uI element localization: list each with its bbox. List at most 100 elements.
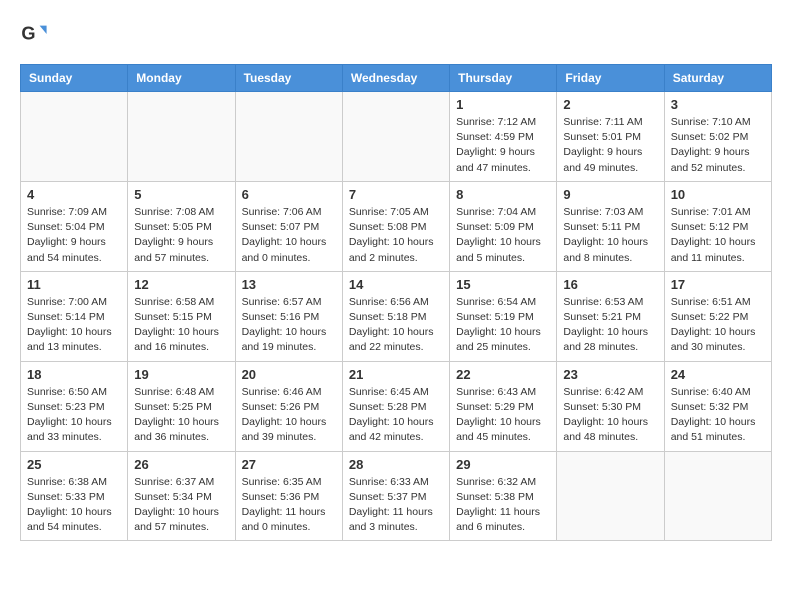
calendar-header-monday: Monday xyxy=(128,65,235,92)
calendar-cell: 10 Sunrise: 7:01 AMSunset: 5:12 PMDayligh… xyxy=(664,181,771,271)
day-number: 29 xyxy=(456,457,550,472)
day-number: 21 xyxy=(349,367,443,382)
calendar-cell: 15 Sunrise: 6:54 AMSunset: 5:19 PMDayligh… xyxy=(450,271,557,361)
day-info: Sunrise: 7:01 AMSunset: 5:12 PMDaylight:… xyxy=(671,205,765,266)
calendar-cell: 12 Sunrise: 6:58 AMSunset: 5:15 PMDayligh… xyxy=(128,271,235,361)
day-info: Sunrise: 6:57 AMSunset: 5:16 PMDaylight:… xyxy=(242,295,336,356)
calendar-cell xyxy=(21,92,128,182)
day-number: 9 xyxy=(563,187,657,202)
day-number: 5 xyxy=(134,187,228,202)
calendar-cell: 14 Sunrise: 6:56 AMSunset: 5:18 PMDayligh… xyxy=(342,271,449,361)
calendar-cell: 4Sunrise: 7:09 AMSunset: 5:04 PMDaylight… xyxy=(21,181,128,271)
calendar-cell xyxy=(557,451,664,541)
day-info: Sunrise: 6:42 AMSunset: 5:30 PMDaylight:… xyxy=(563,385,657,446)
day-info: Sunrise: 6:54 AMSunset: 5:19 PMDaylight:… xyxy=(456,295,550,356)
calendar-week-2: 4Sunrise: 7:09 AMSunset: 5:04 PMDaylight… xyxy=(21,181,772,271)
day-info: Sunrise: 6:50 AMSunset: 5:23 PMDaylight:… xyxy=(27,385,121,446)
day-info: Sunrise: 6:32 AMSunset: 5:38 PMDaylight:… xyxy=(456,475,550,536)
calendar-cell: 2 Sunrise: 7:11 AMSunset: 5:01 PMDaylight… xyxy=(557,92,664,182)
day-number: 25 xyxy=(27,457,121,472)
day-info: Sunrise: 6:38 AMSunset: 5:33 PMDaylight:… xyxy=(27,475,121,536)
calendar-week-3: 11 Sunrise: 7:00 AMSunset: 5:14 PMDayligh… xyxy=(21,271,772,361)
calendar-cell: 3 Sunrise: 7:10 AMSunset: 5:02 PMDaylight… xyxy=(664,92,771,182)
day-number: 28 xyxy=(349,457,443,472)
calendar-header-thursday: Thursday xyxy=(450,65,557,92)
day-info: Sunrise: 6:56 AMSunset: 5:18 PMDaylight:… xyxy=(349,295,443,356)
day-number: 26 xyxy=(134,457,228,472)
day-info: Sunrise: 6:53 AMSunset: 5:21 PMDaylight:… xyxy=(563,295,657,356)
day-info: Sunrise: 6:58 AMSunset: 5:15 PMDaylight:… xyxy=(134,295,228,356)
day-info: Sunrise: 7:10 AMSunset: 5:02 PMDaylight:… xyxy=(671,115,765,176)
calendar-cell: 29 Sunrise: 6:32 AMSunset: 5:38 PMDayligh… xyxy=(450,451,557,541)
day-number: 2 xyxy=(563,97,657,112)
day-info: Sunrise: 7:05 AMSunset: 5:08 PMDaylight:… xyxy=(349,205,443,266)
day-info: Sunrise: 6:51 AMSunset: 5:22 PMDaylight:… xyxy=(671,295,765,356)
calendar-week-5: 25 Sunrise: 6:38 AMSunset: 5:33 PMDayligh… xyxy=(21,451,772,541)
calendar-cell: 22 Sunrise: 6:43 AMSunset: 5:29 PMDayligh… xyxy=(450,361,557,451)
calendar-week-1: 1 Sunrise: 7:12 AMSunset: 4:59 PMDaylight… xyxy=(21,92,772,182)
calendar-cell xyxy=(664,451,771,541)
day-info: Sunrise: 6:40 AMSunset: 5:32 PMDaylight:… xyxy=(671,385,765,446)
day-info: Sunrise: 7:11 AMSunset: 5:01 PMDaylight:… xyxy=(563,115,657,176)
day-number: 24 xyxy=(671,367,765,382)
day-info: Sunrise: 6:35 AMSunset: 5:36 PMDaylight:… xyxy=(242,475,336,536)
day-info: Sunrise: 6:48 AMSunset: 5:25 PMDaylight:… xyxy=(134,385,228,446)
day-number: 1 xyxy=(456,97,550,112)
day-number: 20 xyxy=(242,367,336,382)
day-info: Sunrise: 6:43 AMSunset: 5:29 PMDaylight:… xyxy=(456,385,550,446)
calendar-cell: 24 Sunrise: 6:40 AMSunset: 5:32 PMDayligh… xyxy=(664,361,771,451)
calendar-cell: 7 Sunrise: 7:05 AMSunset: 5:08 PMDaylight… xyxy=(342,181,449,271)
calendar-cell xyxy=(128,92,235,182)
calendar-cell: 20Sunrise: 6:46 AMSunset: 5:26 PMDayligh… xyxy=(235,361,342,451)
calendar-header-saturday: Saturday xyxy=(664,65,771,92)
day-number: 22 xyxy=(456,367,550,382)
day-number: 11 xyxy=(27,277,121,292)
day-number: 17 xyxy=(671,277,765,292)
day-info: Sunrise: 7:12 AMSunset: 4:59 PMDaylight:… xyxy=(456,115,550,176)
day-number: 27 xyxy=(242,457,336,472)
calendar-cell: 16 Sunrise: 6:53 AMSunset: 5:21 PMDayligh… xyxy=(557,271,664,361)
day-number: 23 xyxy=(563,367,657,382)
day-number: 8 xyxy=(456,187,550,202)
calendar-cell: 23 Sunrise: 6:42 AMSunset: 5:30 PMDayligh… xyxy=(557,361,664,451)
day-number: 12 xyxy=(134,277,228,292)
calendar-cell xyxy=(342,92,449,182)
day-info: Sunrise: 7:06 AMSunset: 5:07 PMDaylight:… xyxy=(242,205,336,266)
day-number: 14 xyxy=(349,277,443,292)
day-info: Sunrise: 7:04 AMSunset: 5:09 PMDaylight:… xyxy=(456,205,550,266)
day-number: 4 xyxy=(27,187,121,202)
calendar-cell: 17 Sunrise: 6:51 AMSunset: 5:22 PMDayligh… xyxy=(664,271,771,361)
day-number: 13 xyxy=(242,277,336,292)
day-number: 10 xyxy=(671,187,765,202)
day-number: 19 xyxy=(134,367,228,382)
day-info: Sunrise: 6:37 AMSunset: 5:34 PMDaylight:… xyxy=(134,475,228,536)
calendar-header-friday: Friday xyxy=(557,65,664,92)
header: G xyxy=(20,20,772,48)
calendar-header-wednesday: Wednesday xyxy=(342,65,449,92)
day-info: Sunrise: 6:33 AMSunset: 5:37 PMDaylight:… xyxy=(349,475,443,536)
calendar-cell: 9Sunrise: 7:03 AMSunset: 5:11 PMDaylight… xyxy=(557,181,664,271)
day-info: Sunrise: 7:00 AMSunset: 5:14 PMDaylight:… xyxy=(27,295,121,356)
calendar-cell: 26 Sunrise: 6:37 AMSunset: 5:34 PMDayligh… xyxy=(128,451,235,541)
calendar-cell: 13 Sunrise: 6:57 AMSunset: 5:16 PMDayligh… xyxy=(235,271,342,361)
calendar-cell xyxy=(235,92,342,182)
logo-icon: G xyxy=(20,20,48,48)
svg-text:G: G xyxy=(21,24,35,44)
calendar-cell: 18Sunrise: 6:50 AMSunset: 5:23 PMDayligh… xyxy=(21,361,128,451)
calendar-cell: 19 Sunrise: 6:48 AMSunset: 5:25 PMDayligh… xyxy=(128,361,235,451)
calendar-cell: 11 Sunrise: 7:00 AMSunset: 5:14 PMDayligh… xyxy=(21,271,128,361)
calendar-header-row: SundayMondayTuesdayWednesdayThursdayFrid… xyxy=(21,65,772,92)
calendar-cell: 6Sunrise: 7:06 AMSunset: 5:07 PMDaylight… xyxy=(235,181,342,271)
calendar-table: SundayMondayTuesdayWednesdayThursdayFrid… xyxy=(20,64,772,541)
calendar-cell: 28 Sunrise: 6:33 AMSunset: 5:37 PMDayligh… xyxy=(342,451,449,541)
day-info: Sunrise: 6:45 AMSunset: 5:28 PMDaylight:… xyxy=(349,385,443,446)
day-number: 7 xyxy=(349,187,443,202)
day-number: 3 xyxy=(671,97,765,112)
calendar-cell: 1 Sunrise: 7:12 AMSunset: 4:59 PMDaylight… xyxy=(450,92,557,182)
day-number: 15 xyxy=(456,277,550,292)
calendar-cell: 5Sunrise: 7:08 AMSunset: 5:05 PMDaylight… xyxy=(128,181,235,271)
logo: G xyxy=(20,20,52,48)
calendar-cell: 8 Sunrise: 7:04 AMSunset: 5:09 PMDaylight… xyxy=(450,181,557,271)
calendar-week-4: 18Sunrise: 6:50 AMSunset: 5:23 PMDayligh… xyxy=(21,361,772,451)
day-number: 16 xyxy=(563,277,657,292)
